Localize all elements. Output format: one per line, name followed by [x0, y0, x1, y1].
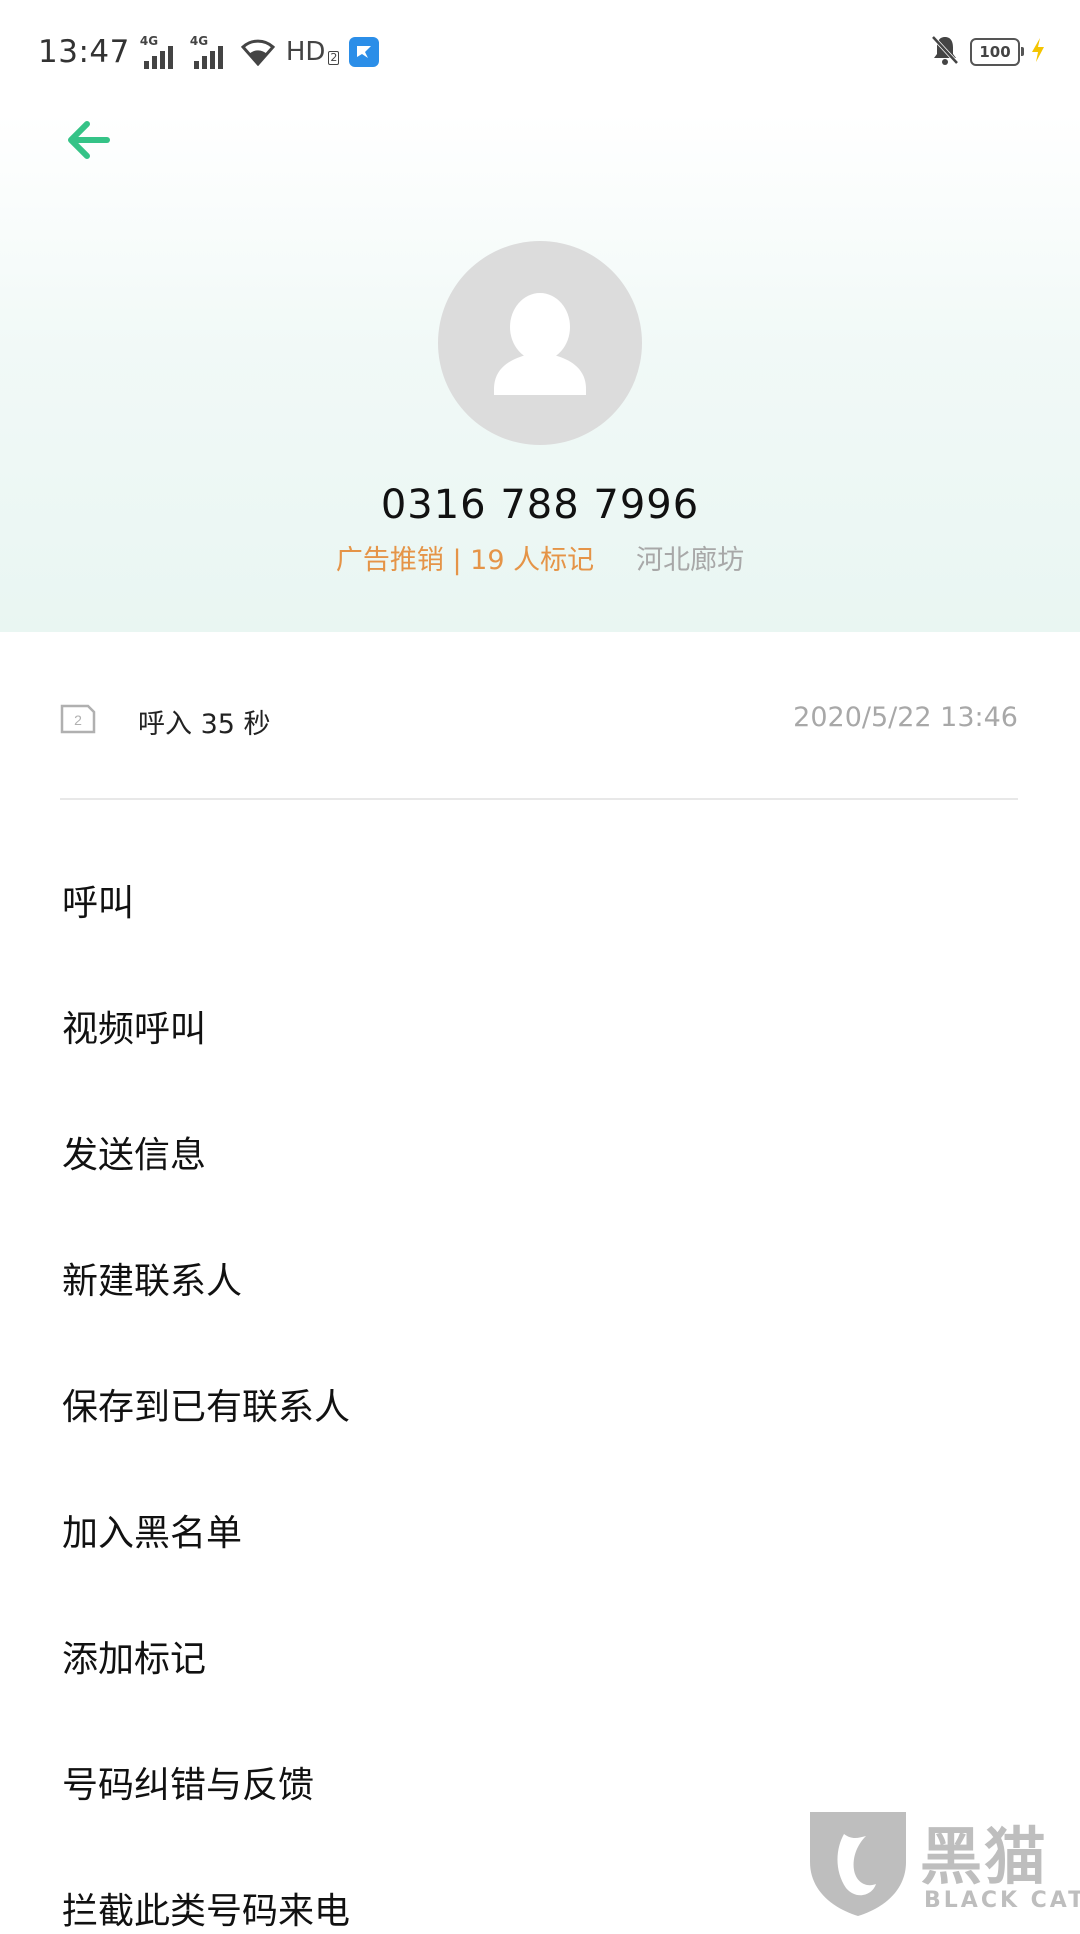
- status-time: 13:47: [38, 34, 130, 70]
- hd-voice-indicator: HD 2: [286, 37, 340, 67]
- number-tag-line: 广告推销 | 19 人标记 河北廊坊: [0, 538, 1080, 577]
- signal-1-icon: 4G: [140, 35, 180, 69]
- person-icon: [494, 293, 586, 395]
- menu-item-add-tag[interactable]: 添加标记: [62, 1630, 206, 1682]
- status-left: 13:47 4G 4G HD 2: [38, 30, 380, 74]
- divider: [60, 798, 1018, 800]
- call-info: 呼入 35 秒: [138, 709, 271, 740]
- hd-label: HD: [285, 37, 326, 67]
- mute-bell-icon: [930, 34, 960, 70]
- menu-item-block[interactable]: 加入黑名单: [62, 1504, 242, 1556]
- app-badge-icon: [349, 37, 380, 67]
- back-button[interactable]: [58, 110, 118, 170]
- call-timestamp: 2020/5/22 13:46: [793, 702, 1018, 733]
- menu-item-video-call[interactable]: 视频呼叫: [62, 1000, 206, 1052]
- contact-avatar: [438, 241, 642, 445]
- sim-label: 2: [74, 712, 82, 728]
- arrow-left-icon: [68, 121, 110, 159]
- wifi-icon: [240, 38, 276, 66]
- spam-tag: 广告推销 | 19 人标记: [335, 545, 595, 576]
- menu-item-new-contact[interactable]: 新建联系人: [62, 1252, 242, 1304]
- battery-level: 100: [979, 43, 1011, 61]
- menu-item-feedback[interactable]: 号码纠错与反馈: [62, 1756, 314, 1808]
- call-record-row: 2 呼入 35 秒 2020/5/22 13:46: [60, 690, 1018, 750]
- watermark-text: 黑猫: [920, 1820, 1049, 1893]
- signal-2-icon: 4G: [190, 35, 230, 69]
- menu-item-call[interactable]: 呼叫: [62, 874, 134, 926]
- battery-icon: 100: [970, 38, 1024, 66]
- status-right: 100: [930, 34, 1046, 70]
- menu-item-save-to-existing[interactable]: 保存到已有联系人: [62, 1378, 350, 1430]
- menu-item-intercept-calls[interactable]: 拦截此类号码来电: [62, 1882, 350, 1934]
- cat-shield-icon: [810, 1812, 906, 1916]
- charging-bolt-icon: [1030, 37, 1046, 67]
- status-bar: 13:47 4G 4G HD 2 100: [0, 0, 1080, 104]
- watermark: 黑猫 BLACK CAT: [806, 1804, 1080, 1920]
- hd-sub-label: 2: [328, 51, 340, 65]
- sim-card-icon: 2: [60, 704, 96, 738]
- phone-number: 0316 788 7996: [380, 482, 700, 528]
- number-location: 河北廊坊: [636, 545, 745, 576]
- menu-item-send-message[interactable]: 发送信息: [62, 1126, 206, 1178]
- watermark-subtext: BLACK CAT: [924, 1888, 1080, 1913]
